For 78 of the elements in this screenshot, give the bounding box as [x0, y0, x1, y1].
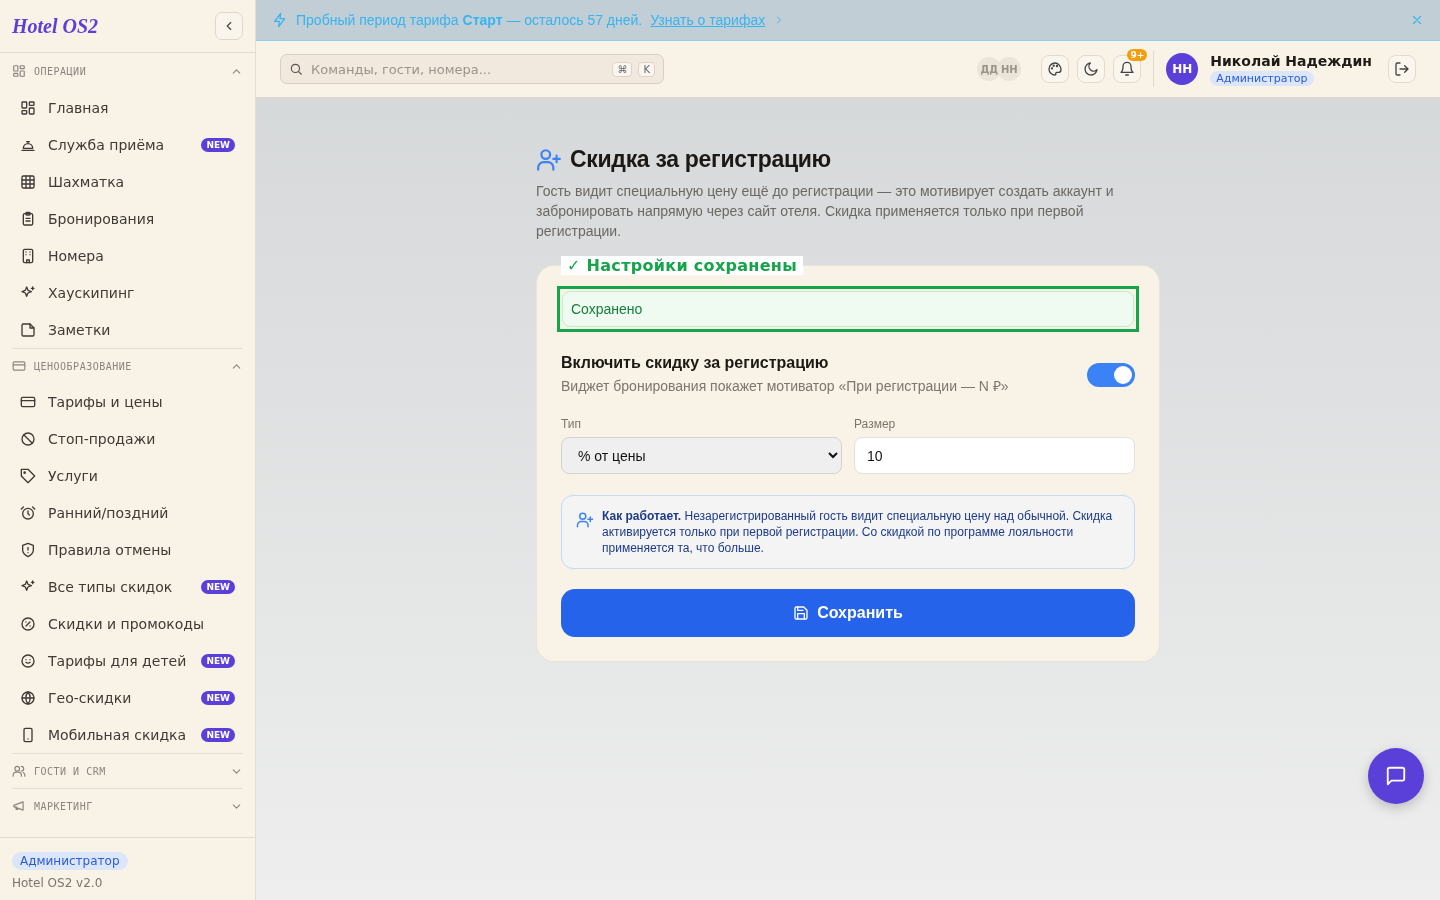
sidebar-item[interactable]: Бронирования	[12, 200, 243, 237]
notification-count: 9+	[1127, 49, 1148, 61]
version-label: Hotel OS2 v2.0	[12, 876, 103, 890]
user-plus-icon	[536, 146, 562, 173]
sidebar-item[interactable]: Ранний/поздний	[12, 494, 243, 531]
trial-notice: Пробный период тарифа Старт — осталось 57 дней.	[296, 12, 643, 28]
sidebar-item[interactable]: Номера	[12, 237, 243, 274]
keyboard-key: ⌘	[612, 61, 633, 77]
page-title: Скидка за регистрацию	[570, 146, 831, 173]
type-select[interactable]: % от цены	[561, 437, 842, 474]
saved-notice: ✓ Настройки сохранены	[561, 256, 803, 275]
page-description: Гость видит специальную цену ещё до регистрации — это мотивирует создать аккаунт и забронировать напрямую через сайт отеля. Скидка применяется только при первой регистрации.	[536, 182, 1115, 241]
sidebar-item[interactable]: Правила отмены	[12, 531, 243, 568]
new-badge: NEW	[201, 653, 235, 668]
bell-icon	[1119, 61, 1136, 77]
users-icon	[12, 764, 26, 778]
alarm-clock-icon	[20, 504, 36, 521]
card-icon	[12, 359, 26, 373]
sidebar-item[interactable]: Стоп-продажи	[12, 420, 243, 457]
search-box[interactable]: Команды, гости, номера... ⌘ K	[280, 54, 664, 84]
moon-icon	[1083, 61, 1100, 77]
percent-badge-icon	[20, 615, 36, 632]
save-button[interactable]: Сохранить	[561, 589, 1135, 637]
dashboard-icon	[12, 64, 26, 78]
new-badge: NEW	[201, 137, 235, 152]
ban-icon	[20, 430, 36, 447]
toggle-label: Включить скидку за регистрацию	[561, 354, 830, 372]
new-badge: NEW	[201, 690, 235, 705]
sidebar-item[interactable]: Мобильная скидка NEW	[12, 716, 243, 753]
new-badge: NEW	[201, 579, 235, 594]
sidebar-item[interactable]: Главная	[12, 89, 243, 126]
search-icon	[289, 62, 303, 76]
palette-icon	[1047, 61, 1064, 77]
field-label: Тип	[561, 417, 582, 431]
user-name: Николай Надеждин	[1210, 52, 1372, 69]
tag-icon	[20, 467, 36, 484]
field-label: Размер	[854, 417, 897, 431]
building-icon	[20, 247, 36, 264]
toggle-hint: Виджет бронирования покажет мотиватор «При регистрации — N ₽»	[561, 377, 1010, 395]
sidebar-item[interactable]: Гео-скидки NEW	[12, 679, 243, 716]
app-logo[interactable]: Hotel OS2	[12, 14, 99, 38]
role-badge: Администратор	[12, 852, 128, 870]
logout-button[interactable]	[1388, 55, 1416, 83]
sidebar-item[interactable]: Услуги	[12, 457, 243, 494]
keyboard-key: K	[638, 61, 655, 77]
sidebar-item[interactable]: Скидки и промокоды	[12, 605, 243, 642]
globe-icon	[20, 689, 36, 706]
chat-button[interactable]	[1368, 748, 1424, 804]
phone-icon	[20, 726, 36, 743]
grid-icon	[20, 173, 36, 190]
sidebar-item[interactable]: Тарифы для детей NEW	[12, 642, 243, 679]
sidebar-item[interactable]: Хаускипинг	[12, 274, 243, 311]
logout-icon	[1394, 61, 1410, 77]
dashboard-icon	[20, 99, 36, 116]
sidebar-item[interactable]: Шахматка	[12, 163, 243, 200]
info-text: Как работает. Незарегистрированный гость видит специальную цену над обычной. Скидка активируется только при первой регистрации. Со скидкой по программе лояльности применяется та, что больше.	[602, 508, 1114, 556]
user-plus-icon	[576, 511, 594, 529]
chat-icon	[1385, 765, 1407, 787]
megaphone-icon	[12, 799, 26, 813]
size-input[interactable]: 10	[854, 437, 1135, 474]
note-icon	[20, 321, 36, 338]
smile-icon	[20, 652, 36, 669]
clipboard-icon	[20, 210, 36, 227]
sidebar-item[interactable]: Служба приёма NEW	[12, 126, 243, 163]
role-badge: Администратор	[1210, 70, 1314, 86]
user-avatar[interactable]: НН	[1166, 53, 1199, 85]
new-badge: NEW	[201, 727, 235, 742]
sidebar-item[interactable]: Тарифы и цены	[12, 383, 243, 420]
sidebar-item[interactable]: Заметки	[12, 311, 243, 348]
lightning-icon	[272, 12, 288, 28]
close-icon	[1410, 13, 1424, 27]
shield-icon	[20, 541, 36, 558]
search-field[interactable]: Команды, гости, номера...	[309, 60, 607, 78]
theme-button[interactable]	[1041, 55, 1070, 83]
discount-toggle[interactable]	[1087, 362, 1135, 387]
sidebar-item[interactable]: Все типы скидок NEW	[12, 568, 243, 605]
dark-mode-button[interactable]	[1077, 55, 1106, 83]
status-field[interactable]: Сохранено	[557, 286, 1139, 332]
